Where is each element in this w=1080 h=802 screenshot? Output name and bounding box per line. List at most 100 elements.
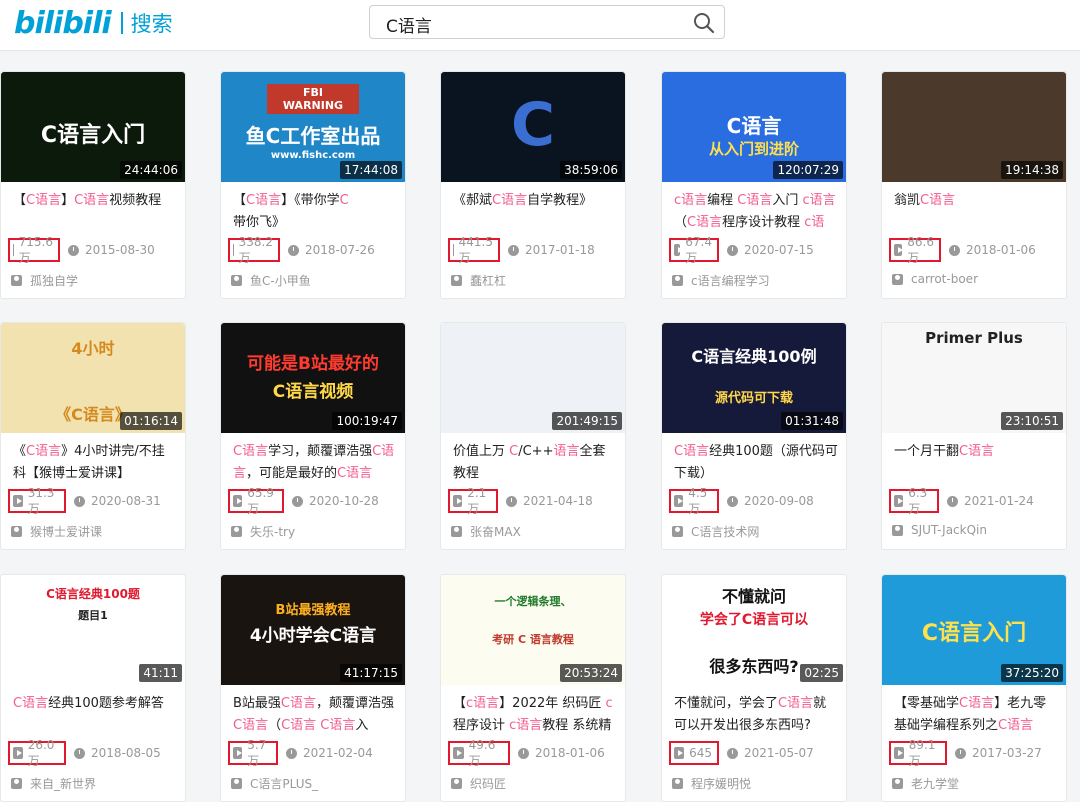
- video-title[interactable]: 不懂就问，学会了C语言就可以开发出很多东西吗?: [674, 693, 838, 737]
- video-card[interactable]: 可能是B站最好的 C语言视频 100:19:47 C语言学习，颠覆谭浩强C语言，可能是…: [220, 322, 406, 550]
- title-keyword-highlight: C语言 C语言: [281, 718, 356, 733]
- uploader-link[interactable]: 程序媛明悦: [672, 775, 751, 792]
- video-thumbnail[interactable]: C语言 从入门到进阶 120:07:29: [662, 72, 846, 182]
- uploader-link[interactable]: 张奋MAX: [451, 523, 521, 540]
- title-keyword-highlight: C语言: [778, 696, 814, 711]
- video-thumbnail[interactable]: C语言经典100例 源代码可下载 01:31:48: [662, 323, 846, 433]
- uploader-icon: [11, 526, 22, 537]
- video-meta: 65.9万 2020-10-28: [228, 486, 406, 516]
- uploader-link[interactable]: 来自_新世界: [11, 775, 96, 792]
- title-text: 入门: [772, 193, 803, 208]
- video-thumbnail[interactable]: C语言经典100题 题目1 41:11: [1, 575, 185, 685]
- video-thumbnail[interactable]: B站最强教程 4小时学会C语言 41:17:15: [221, 575, 405, 685]
- video-card[interactable]: Primer Plus 23:10:51 一个月干翻C语言 6.3万 2021-01-2…: [881, 322, 1067, 550]
- search-icon[interactable]: [692, 11, 716, 35]
- video-thumbnail[interactable]: C语言入门 24:44:06: [1, 72, 185, 182]
- video-title[interactable]: 《郝斌C语言自学教程》: [453, 190, 617, 234]
- video-title[interactable]: 【c语言】2022年 织码匠 c程序设计 c语言教程 系统精: [453, 693, 617, 737]
- video-thumbnail[interactable]: 可能是B站最好的 C语言视频 100:19:47: [221, 323, 405, 433]
- play-count-icon: [453, 495, 463, 507]
- uploader-link[interactable]: SJUT-JackQin: [892, 523, 987, 537]
- video-card[interactable]: C 38:59:06 《郝斌C语言自学教程》 441.5万 2017-01-18 蠢杠杠: [440, 71, 626, 299]
- video-thumbnail[interactable]: 不懂就问 学会了C语言可以 很多东西吗? 02:25: [662, 575, 846, 685]
- video-meta: 89.1万 2017-03-27: [889, 738, 1067, 768]
- title-text: 【: [453, 696, 467, 711]
- title-keyword-highlight: C: [509, 444, 519, 459]
- view-count: 31.3万: [8, 486, 66, 516]
- uploader-icon: [11, 275, 22, 286]
- video-card[interactable]: 201:49:15 价值上万 C/C++语言全套教程 2.1万 2021-04-18 张…: [440, 322, 626, 550]
- uploader-link[interactable]: 失乐-try: [231, 523, 295, 540]
- play-count-icon: [894, 747, 904, 759]
- video-title[interactable]: 一个月干翻C语言: [894, 441, 1058, 485]
- video-title[interactable]: 价值上万 C/C++语言全套教程: [453, 441, 617, 485]
- video-title[interactable]: 【零基础学C语言】老九零基础学编程系列之C语言: [894, 693, 1058, 737]
- uploader-link[interactable]: 孤独自学: [11, 272, 78, 289]
- video-title[interactable]: 《C语言》4小时讲完/不挂科【猴博士爱讲课】: [13, 441, 177, 485]
- video-thumbnail[interactable]: C 38:59:06: [441, 72, 625, 182]
- video-card[interactable]: B站最强教程 4小时学会C语言 41:17:15 B站最强C语言，颠覆谭浩强C语言（C…: [220, 574, 406, 802]
- uploader-link[interactable]: carrot-boer: [892, 272, 978, 286]
- video-title[interactable]: B站最强C语言，颠覆谭浩强C语言（C语言 C语言入: [233, 693, 397, 737]
- title-keyword-highlight: c语言: [509, 718, 543, 733]
- clock-icon: [74, 747, 85, 759]
- video-card[interactable]: C语言经典100例 源代码可下载 01:31:48 C语言经典100题（源代码可下载）…: [661, 322, 847, 550]
- video-thumbnail[interactable]: 4小时 《C语言》 01:16:14: [1, 323, 185, 433]
- thumbnail-caption: Primer Plus: [925, 329, 1023, 347]
- video-card[interactable]: 不懂就问 学会了C语言可以 很多东西吗? 02:25 不懂就问，学会了C语言就可以开发出…: [661, 574, 847, 802]
- title-text: 视频教程: [109, 193, 162, 208]
- uploader-icon: [672, 275, 683, 286]
- video-title[interactable]: C语言学习，颠覆谭浩强C语言，可能是最好的C语言: [233, 441, 397, 485]
- video-meta: 6.3万 2021-01-24: [889, 486, 1067, 516]
- search-input[interactable]: C语言: [369, 5, 725, 39]
- title-text: 自学教程》: [527, 193, 593, 208]
- uploader-name: 织码匠: [470, 777, 507, 791]
- play-count-icon: [233, 495, 243, 507]
- video-title[interactable]: 翁凯C语言: [894, 190, 1058, 234]
- video-duration: 120:07:29: [773, 161, 843, 179]
- thumbnail-caption: 4小时: [71, 339, 115, 358]
- view-count-value: 31.3万: [27, 485, 55, 516]
- uploader-link[interactable]: 鱼C-小甲鱼: [231, 272, 311, 289]
- upload-date-value: 2015-08-30: [85, 243, 155, 257]
- video-title[interactable]: 【C语言】《带你学C 带你飞》: [233, 190, 397, 234]
- video-title[interactable]: C语言经典100题参考解答: [13, 693, 177, 737]
- upload-date: 2020-07-15: [727, 238, 814, 262]
- video-title[interactable]: C语言经典100题（源代码可下载）: [674, 441, 838, 485]
- view-count: 49.6万: [448, 738, 510, 768]
- video-card[interactable]: C语言经典100题 题目1 41:11 C语言经典100题参考解答 26.0万 2018-…: [0, 574, 186, 802]
- view-count: 89.1万: [889, 738, 947, 768]
- uploader-link[interactable]: 老九学堂: [892, 775, 959, 792]
- uploader-link[interactable]: 织码匠: [451, 775, 506, 792]
- uploader-link[interactable]: C语言技术网: [672, 523, 759, 540]
- video-card[interactable]: 一个逻辑条理、 考研 C 语言教程 20:53:24 【c语言】2022年 织码匠 c…: [440, 574, 626, 802]
- video-thumbnail[interactable]: FBI WARNING 鱼C工作室出品 www.fishc.com 17:44:08: [221, 72, 405, 182]
- uploader-link[interactable]: 猴博士爱讲课: [11, 523, 102, 540]
- video-thumbnail[interactable]: 一个逻辑条理、 考研 C 语言教程 20:53:24: [441, 575, 625, 685]
- video-card[interactable]: 19:14:38 翁凯C语言 86.6万 2018-01-06 carrot-boer: [881, 71, 1067, 299]
- video-title[interactable]: 【C语言】C语言视频教程: [13, 190, 177, 234]
- video-card[interactable]: 4小时 《C语言》 01:16:14 《C语言》4小时讲完/不挂科【猴博士爱讲课】 31…: [0, 322, 186, 550]
- uploader-link[interactable]: c语言编程学习: [672, 272, 770, 289]
- video-card[interactable]: C语言入门 24:44:06 【C语言】C语言视频教程 715.6万 2015-08-3…: [0, 71, 186, 299]
- video-card[interactable]: C语言入门 37:25:20 【零基础学C语言】老九零基础学编程系列之C语言 89.1…: [881, 574, 1067, 802]
- video-card[interactable]: FBI WARNING 鱼C工作室出品 www.fishc.com 17:44:08 【…: [220, 71, 406, 299]
- upload-date: 2018-01-06: [949, 238, 1036, 262]
- view-count: 86.6万: [889, 235, 941, 265]
- uploader-name: 猴博士爱讲课: [30, 525, 103, 539]
- video-card[interactable]: C语言 从入门到进阶 120:07:29 c语言编程 C语言入门 c语言（C语言程序设…: [661, 71, 847, 299]
- bilibili-logo[interactable]: bilibili 搜索: [14, 6, 173, 41]
- video-title[interactable]: c语言编程 C语言入门 c语言（C语言程序设计教程 c语: [674, 190, 838, 234]
- uploader-link[interactable]: 蠢杠杠: [451, 272, 506, 289]
- title-keyword-highlight: C语言: [13, 696, 49, 711]
- view-count: 441.5万: [448, 235, 500, 265]
- video-thumbnail[interactable]: 201:49:15: [441, 323, 625, 433]
- video-thumbnail[interactable]: Primer Plus 23:10:51: [882, 323, 1066, 433]
- video-duration: 23:10:51: [1001, 412, 1063, 430]
- search-query[interactable]: C语言: [386, 12, 432, 37]
- video-thumbnail[interactable]: C语言入门 37:25:20: [882, 575, 1066, 685]
- video-thumbnail[interactable]: 19:14:38: [882, 72, 1066, 182]
- uploader-link[interactable]: C语言PLUS_: [231, 775, 318, 792]
- section-label: 搜索: [130, 12, 173, 36]
- upload-date-value: 2018-07-26: [305, 243, 375, 257]
